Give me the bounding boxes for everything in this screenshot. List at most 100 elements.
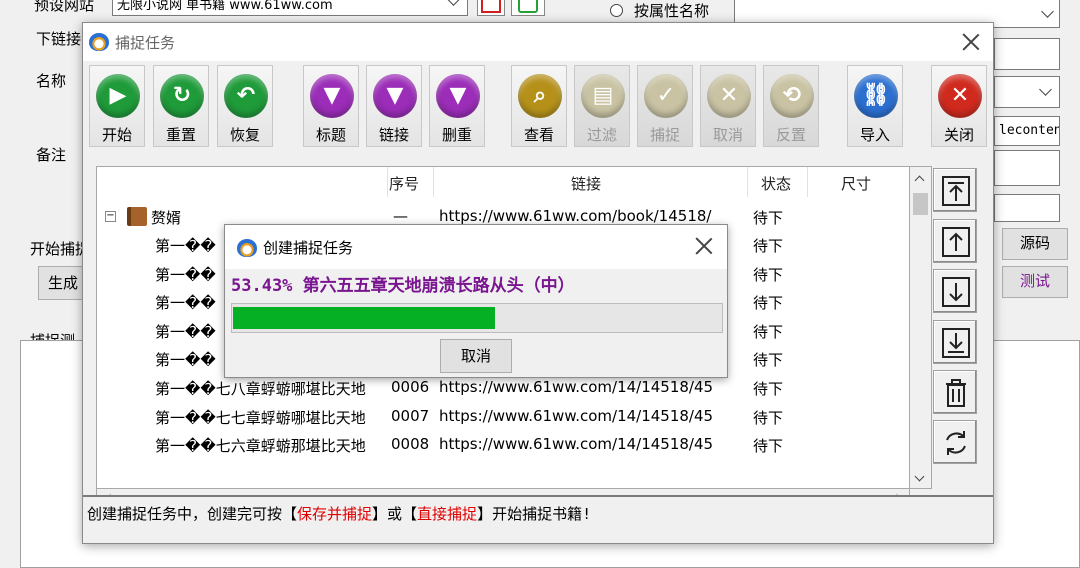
move-down-button[interactable]: [933, 269, 977, 313]
save-and-capture-hint: 保存并捕捉: [297, 505, 373, 523]
toolbar-label: 重置: [165, 126, 196, 144]
search-icon: ⌕: [518, 74, 562, 118]
source-button[interactable]: 源码: [1002, 228, 1068, 260]
row-url: https://www.61ww.com/14/14518/45: [439, 406, 714, 425]
bg-select-right[interactable]: [994, 76, 1060, 108]
scroll-down-icon[interactable]: [914, 471, 925, 482]
toolbar: ▶ 开始 ↻ 重置 ↶ 恢复 ▼ 标题 ▼ 链接 ▼ 删重 ⌕ 查看 ▤ 过滤 ✓ 捕捉 ✕ 取消 ⟲ 反置 ⛓ 导入 ✕ 关闭: [89, 63, 989, 149]
toolbar-button-9[interactable]: ✕ 取消: [700, 65, 756, 147]
row-status: 待下: [753, 380, 784, 398]
filter-link-icon: ▼: [373, 74, 417, 118]
arrow-down-icon: [942, 277, 970, 307]
toolbar-button-8[interactable]: ✓ 捕捉: [637, 65, 693, 147]
row-title: 第一��七六章蜉蝣那堪比天地: [155, 437, 366, 456]
row-status: 待下: [753, 351, 784, 370]
direct-capture-hint: 直接捕捉: [417, 505, 478, 523]
book-icon: [127, 207, 147, 226]
progress-titlebar: 创建捕捉任务: [225, 225, 727, 269]
toolbar-label: 反置: [775, 126, 806, 144]
undo-icon: ↶: [224, 74, 268, 118]
row-status: 待下: [753, 322, 784, 341]
toolbar-button-6[interactable]: ⌕ 查看: [511, 65, 567, 147]
by-attr-label: 按属性名称: [634, 2, 710, 20]
toolbar-button-1[interactable]: ↻ 重置: [153, 65, 209, 147]
create-task-progress-dialog: 创建捕捉任务 53.43% 第六五五章天地崩溃长路从头（中） 取消: [224, 224, 728, 378]
toolbar-button-10[interactable]: ⟲ 反置: [763, 65, 819, 147]
table-row[interactable]: 第一��七六章蜉蝣那堪比天地 0008 https://www.61ww.com/1…: [97, 431, 909, 459]
refresh-button[interactable]: [933, 420, 977, 464]
app-icon: [237, 239, 257, 257]
toolbar-label: 开始: [101, 126, 132, 144]
toolbar-label: 恢复: [229, 126, 260, 144]
toolbar-button-3[interactable]: ▼ 标题: [303, 65, 359, 147]
bg-field-right-3[interactable]: [994, 194, 1060, 222]
filter-dedupe-icon: ▼: [436, 74, 480, 118]
scroll-thumb[interactable]: [913, 193, 928, 215]
toolbar-button-11[interactable]: ⛓ 导入: [847, 65, 903, 147]
toolbar-label: 关闭: [943, 126, 974, 144]
toolbar-label: 标题: [315, 126, 346, 144]
dialog-title: 捕捉任务: [115, 34, 176, 52]
scroll-up-icon[interactable]: [914, 175, 925, 186]
check-red-icon[interactable]: [477, 0, 505, 16]
site-label: 预设网站: [34, 0, 95, 14]
chevron-down-icon: [1039, 83, 1052, 96]
group-name: 赘婿: [151, 209, 182, 227]
header-size[interactable]: 尺寸: [841, 173, 871, 194]
header-link[interactable]: 链接: [571, 173, 601, 194]
filter-doc-icon: ▤: [581, 74, 625, 118]
table-vertical-scrollbar[interactable]: [910, 166, 932, 489]
chevron-down-icon: [1041, 5, 1054, 18]
row-url: https://www.61ww.com/14/14518/45: [439, 435, 714, 454]
header-index[interactable]: 序号: [389, 173, 419, 194]
progress-title: 创建捕捉任务: [263, 239, 354, 257]
toolbar-button-12[interactable]: ✕ 关闭: [931, 65, 987, 147]
dialog-close-icon[interactable]: [962, 33, 980, 51]
table-row[interactable]: 第一��七八章蜉蝣哪堪比天地 0006 https://www.61ww.com/1…: [97, 374, 909, 402]
row-title: 第一��七七章蜉蝣哪堪比天地: [155, 408, 366, 427]
progress-bar-fill: [233, 307, 495, 329]
check-icon: ✓: [644, 74, 688, 118]
generate-button[interactable]: 生成: [38, 266, 88, 300]
attr-radio[interactable]: [610, 4, 623, 17]
row-status: 待下: [753, 437, 784, 456]
test-button[interactable]: 测试: [1002, 266, 1068, 298]
toolbar-label: 捕捉: [649, 126, 680, 144]
edit-green-icon[interactable]: [511, 0, 545, 16]
lecontent-field[interactable]: lecontent: [994, 116, 1060, 146]
toolbar-button-2[interactable]: ↶ 恢复: [217, 65, 273, 147]
table-row[interactable]: 第一��七七章蜉蝣哪堪比天地 0007 https://www.61ww.com/1…: [97, 403, 909, 431]
site-select[interactable]: 无限小说网 单书籍 www.61ww.com: [112, 0, 468, 16]
app-icon: [89, 33, 109, 51]
header-status[interactable]: 状态: [761, 173, 791, 194]
row-url: https://www.61ww.com/14/14518/45: [439, 378, 714, 396]
progress-close-icon[interactable]: [695, 237, 713, 255]
toolbar-button-7[interactable]: ▤ 过滤: [574, 65, 630, 147]
collapse-icon[interactable]: −: [105, 211, 116, 222]
name-label: 名称: [36, 72, 67, 90]
progress-cancel-button[interactable]: 取消: [440, 339, 512, 373]
move-top-button[interactable]: [933, 168, 977, 212]
bg-field-right-2[interactable]: [994, 150, 1060, 186]
refresh-icon: ↻: [160, 74, 204, 118]
toolbar-label: 取消: [712, 126, 743, 144]
play-icon: ▶: [96, 74, 140, 118]
toolbar-button-0[interactable]: ▶ 开始: [89, 65, 145, 147]
move-up-button[interactable]: [933, 219, 977, 263]
row-index: 0006: [391, 378, 430, 396]
cancel-icon: ✕: [707, 74, 751, 118]
row-index: 0008: [391, 435, 430, 454]
progress-bar: [231, 303, 723, 333]
delete-button[interactable]: [933, 370, 977, 414]
row-status: 待下: [753, 294, 784, 313]
move-bottom-button[interactable]: [933, 320, 977, 364]
toolbar-button-5[interactable]: ▼ 删重: [429, 65, 485, 147]
toolbar-label: 查看: [523, 126, 554, 144]
toolbar-button-4[interactable]: ▼ 链接: [366, 65, 422, 147]
status-message: 创建捕捉任务中，创建完可按【保存并捕捉】或【直接捕捉】开始捕捉书籍!: [83, 495, 993, 541]
move-bottom-icon: [942, 328, 970, 358]
toolbar-label: 过滤: [586, 126, 617, 144]
chevron-down-icon: [447, 0, 460, 6]
bg-field-right-1[interactable]: [994, 38, 1060, 70]
toolbar-label: 删重: [441, 126, 472, 144]
